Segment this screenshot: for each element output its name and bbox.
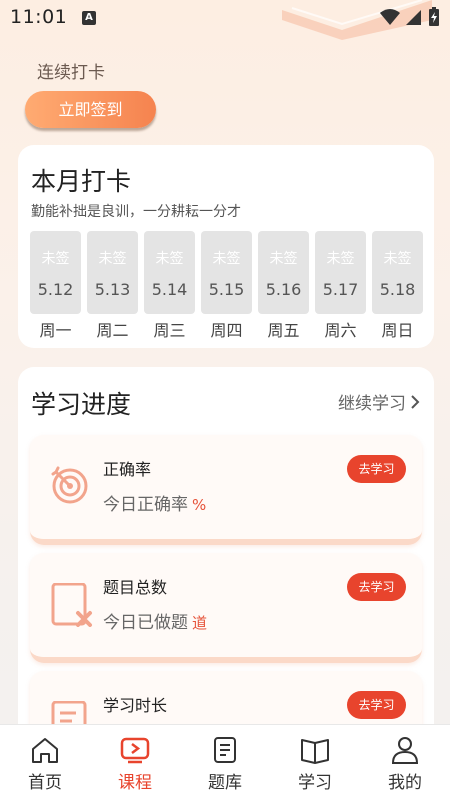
day-box: 未签 5.13 — [87, 231, 138, 314]
person-icon — [391, 737, 419, 764]
item-subtitle-text: 今日正确率 — [103, 495, 188, 515]
battery-icon — [429, 7, 439, 26]
doc-icon — [214, 737, 236, 763]
item-title: 正确率 — [103, 460, 152, 479]
day-weekday: 周三 — [153, 321, 186, 340]
tab-courses[interactable]: 课程 — [90, 725, 180, 800]
day-status: 未签 — [41, 251, 70, 267]
tab-question-bank[interactable]: 题库 — [180, 725, 270, 800]
go-learn-button[interactable]: 去学习 — [347, 455, 406, 483]
progress-title: 学习进度 — [31, 390, 132, 419]
day-weekday: 周四 — [210, 321, 243, 340]
day-date: 5.16 — [265, 280, 302, 299]
day-date: 5.14 — [151, 280, 188, 299]
item-subtitle-text: 今日已做题 — [103, 613, 188, 633]
day-status: 未签 — [98, 251, 127, 267]
continue-learning-link[interactable]: 继续学习 — [338, 389, 420, 414]
day-weekday: 周二 — [96, 321, 129, 340]
day-item[interactable]: 未签 5.16 周五 — [258, 231, 309, 341]
document-cross-icon — [51, 583, 92, 627]
day-list: 未签 5.12 周一 未签 5.13 周二 未签 5.14 周三 未签 5.15 — [30, 231, 423, 341]
day-date: 5.12 — [37, 280, 74, 299]
day-date: 5.17 — [322, 280, 359, 299]
day-box: 未签 5.17 — [315, 231, 366, 314]
go-learn-button[interactable]: 去学习 — [347, 691, 406, 719]
bottom-tab-bar: 首页 课程 题库 学习 我的 — [0, 724, 450, 800]
book-icon — [301, 739, 329, 764]
continue-learning-label: 继续学习 — [338, 394, 406, 414]
day-item[interactable]: 未签 5.15 周四 — [201, 231, 252, 341]
notification-icon: A — [82, 11, 96, 25]
day-box: 未签 5.18 — [372, 231, 423, 314]
month-title: 本月打卡 — [31, 167, 132, 196]
item-title: 题目总数 — [103, 578, 168, 597]
day-date: 5.13 — [94, 280, 131, 299]
tab-label: 首页 — [28, 773, 62, 793]
tab-label: 课程 — [118, 773, 152, 793]
day-box: 未签 5.16 — [258, 231, 309, 314]
tab-label: 学习 — [298, 773, 332, 793]
item-unit: 道 — [192, 614, 208, 632]
item-title: 学习时长 — [103, 696, 168, 715]
signal-icon — [406, 10, 421, 25]
day-date: 5.18 — [379, 280, 416, 299]
item-unit: % — [192, 496, 207, 514]
tab-label: 题库 — [208, 773, 242, 793]
day-item[interactable]: 未签 5.17 周六 — [315, 231, 366, 341]
day-item[interactable]: 未签 5.18 周日 — [372, 231, 423, 341]
day-weekday: 周日 — [381, 321, 414, 340]
chevron-right-icon — [411, 394, 420, 409]
progress-item-total-questions: 题目总数 今日已做题道 去学习 — [30, 553, 422, 663]
status-icons — [380, 7, 440, 27]
day-item[interactable]: 未签 5.14 周三 — [144, 231, 195, 341]
day-weekday: 周六 — [324, 321, 357, 340]
target-icon — [51, 466, 88, 504]
month-subtitle: 勤能补拙是良训，一分耕耘一分才 — [31, 204, 241, 220]
day-item[interactable]: 未签 5.12 周一 — [30, 231, 81, 341]
progress-item-accuracy: 正确率 今日正确率% 去学习 — [30, 435, 422, 545]
wifi-icon — [380, 9, 400, 25]
status-bar: 11:01 A — [0, 0, 450, 40]
status-time: 11:01 — [10, 6, 68, 28]
day-status: 未签 — [212, 251, 241, 267]
day-weekday: 周五 — [267, 321, 300, 340]
tab-profile[interactable]: 我的 — [360, 725, 450, 800]
day-status: 未签 — [155, 251, 184, 267]
tab-label: 我的 — [388, 773, 422, 793]
tab-study[interactable]: 学习 — [270, 725, 360, 800]
day-item[interactable]: 未签 5.13 周二 — [87, 231, 138, 341]
day-status: 未签 — [269, 251, 298, 267]
play-icon — [120, 737, 150, 764]
day-box: 未签 5.12 — [30, 231, 81, 314]
sign-in-button[interactable]: 立即签到 — [25, 91, 156, 128]
day-date: 5.15 — [208, 280, 245, 299]
day-status: 未签 — [383, 251, 412, 267]
day-status: 未签 — [326, 251, 355, 267]
go-learn-button[interactable]: 去学习 — [347, 573, 406, 601]
day-box: 未签 5.14 — [144, 231, 195, 314]
month-checkin-card: 本月打卡 勤能补拙是良训，一分耕耘一分才 未签 5.12 周一 未签 5.13 … — [18, 145, 434, 348]
day-box: 未签 5.15 — [201, 231, 252, 314]
tab-home[interactable]: 首页 — [0, 725, 90, 800]
item-subtitle: 今日已做题道 — [103, 608, 207, 633]
home-icon — [32, 738, 58, 763]
streak-label: 连续打卡 — [37, 63, 105, 83]
day-weekday: 周一 — [39, 321, 72, 340]
item-subtitle: 今日正确率% — [103, 490, 206, 515]
